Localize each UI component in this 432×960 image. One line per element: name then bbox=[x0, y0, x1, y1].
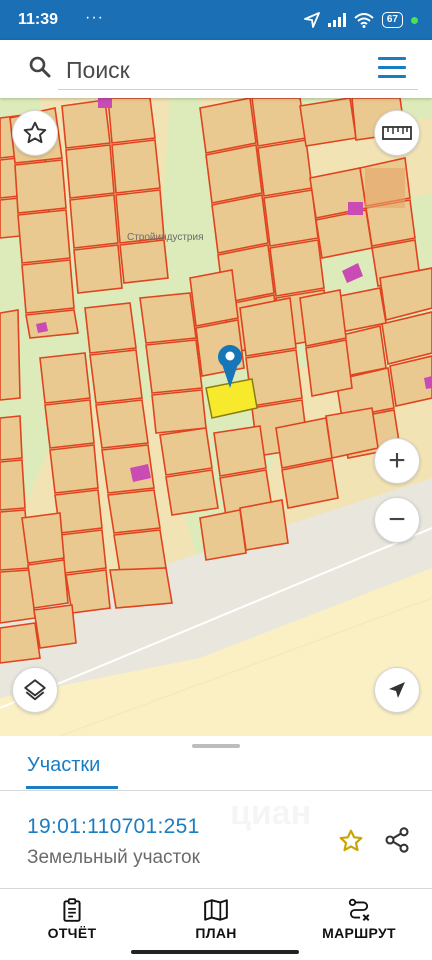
cadastral-number[interactable]: 19:01:110701:251 bbox=[27, 815, 200, 839]
report-icon bbox=[63, 898, 81, 922]
search-icon[interactable] bbox=[28, 55, 52, 79]
wifi-icon bbox=[354, 12, 374, 28]
signal-icon bbox=[327, 13, 346, 27]
nav-route[interactable]: МАРШРУТ bbox=[304, 897, 414, 941]
layers-button[interactable] bbox=[12, 667, 58, 713]
plot-info-sheet: Участки циан 19:01:110701:251 Земельный … bbox=[0, 736, 432, 888]
favorite-button[interactable] bbox=[12, 110, 58, 156]
status-time: 11:39 bbox=[18, 11, 59, 28]
my-location-button[interactable] bbox=[374, 667, 420, 713]
watermark: циан bbox=[230, 794, 311, 833]
zoom-out-icon: − bbox=[388, 503, 406, 536]
zoom-in-icon: + bbox=[388, 444, 406, 477]
hatched-area bbox=[365, 168, 405, 208]
layers-icon bbox=[24, 679, 46, 701]
status-bar: 11:39 ··· 67 bbox=[0, 0, 432, 40]
status-icons: 67 bbox=[303, 10, 418, 30]
charging-dot-icon bbox=[411, 16, 418, 24]
cadastral-map-canvas[interactable] bbox=[0, 98, 432, 736]
star-icon bbox=[23, 121, 47, 144]
nav-route-label: МАРШРУТ bbox=[322, 925, 396, 941]
notification-dots-icon: ··· bbox=[85, 9, 104, 26]
search-input[interactable] bbox=[58, 50, 380, 90]
divider bbox=[0, 790, 432, 791]
ruler-icon bbox=[382, 126, 412, 140]
bottom-navigation: ОТЧЁТ ПЛАН МАРШРУТ bbox=[0, 888, 432, 960]
navigation-arrow-icon bbox=[389, 682, 405, 698]
place-label: Стройиндустрия bbox=[127, 232, 204, 243]
building bbox=[36, 322, 48, 333]
location-arrow-icon bbox=[303, 12, 320, 28]
nav-plan[interactable]: ПЛАН bbox=[161, 897, 271, 941]
tab-plots[interactable]: Участки bbox=[27, 754, 100, 777]
nav-report[interactable]: ОТЧЁТ bbox=[17, 897, 127, 941]
ruler-button[interactable] bbox=[374, 110, 420, 156]
battery-icon: 67 bbox=[381, 12, 403, 28]
nav-report-label: ОТЧЁТ bbox=[47, 925, 97, 941]
building bbox=[98, 98, 112, 108]
nav-plan-label: ПЛАН bbox=[195, 925, 237, 941]
search-bar bbox=[0, 40, 432, 98]
share-icon[interactable] bbox=[383, 826, 411, 854]
zoom-in-button[interactable]: + bbox=[374, 438, 420, 484]
building bbox=[348, 202, 363, 215]
search-underline bbox=[58, 89, 418, 90]
sheet-drag-handle[interactable] bbox=[192, 744, 240, 748]
plot-type: Земельный участок bbox=[27, 847, 200, 868]
map-view[interactable]: Стройиндустрия + − bbox=[0, 98, 432, 736]
zoom-out-button[interactable]: − bbox=[374, 497, 420, 543]
home-indicator[interactable] bbox=[131, 950, 299, 954]
menu-icon[interactable] bbox=[378, 57, 406, 79]
map-icon bbox=[204, 899, 228, 921]
favorite-star-icon[interactable] bbox=[338, 828, 364, 854]
tab-active-indicator bbox=[26, 786, 118, 789]
route-icon bbox=[348, 898, 370, 921]
